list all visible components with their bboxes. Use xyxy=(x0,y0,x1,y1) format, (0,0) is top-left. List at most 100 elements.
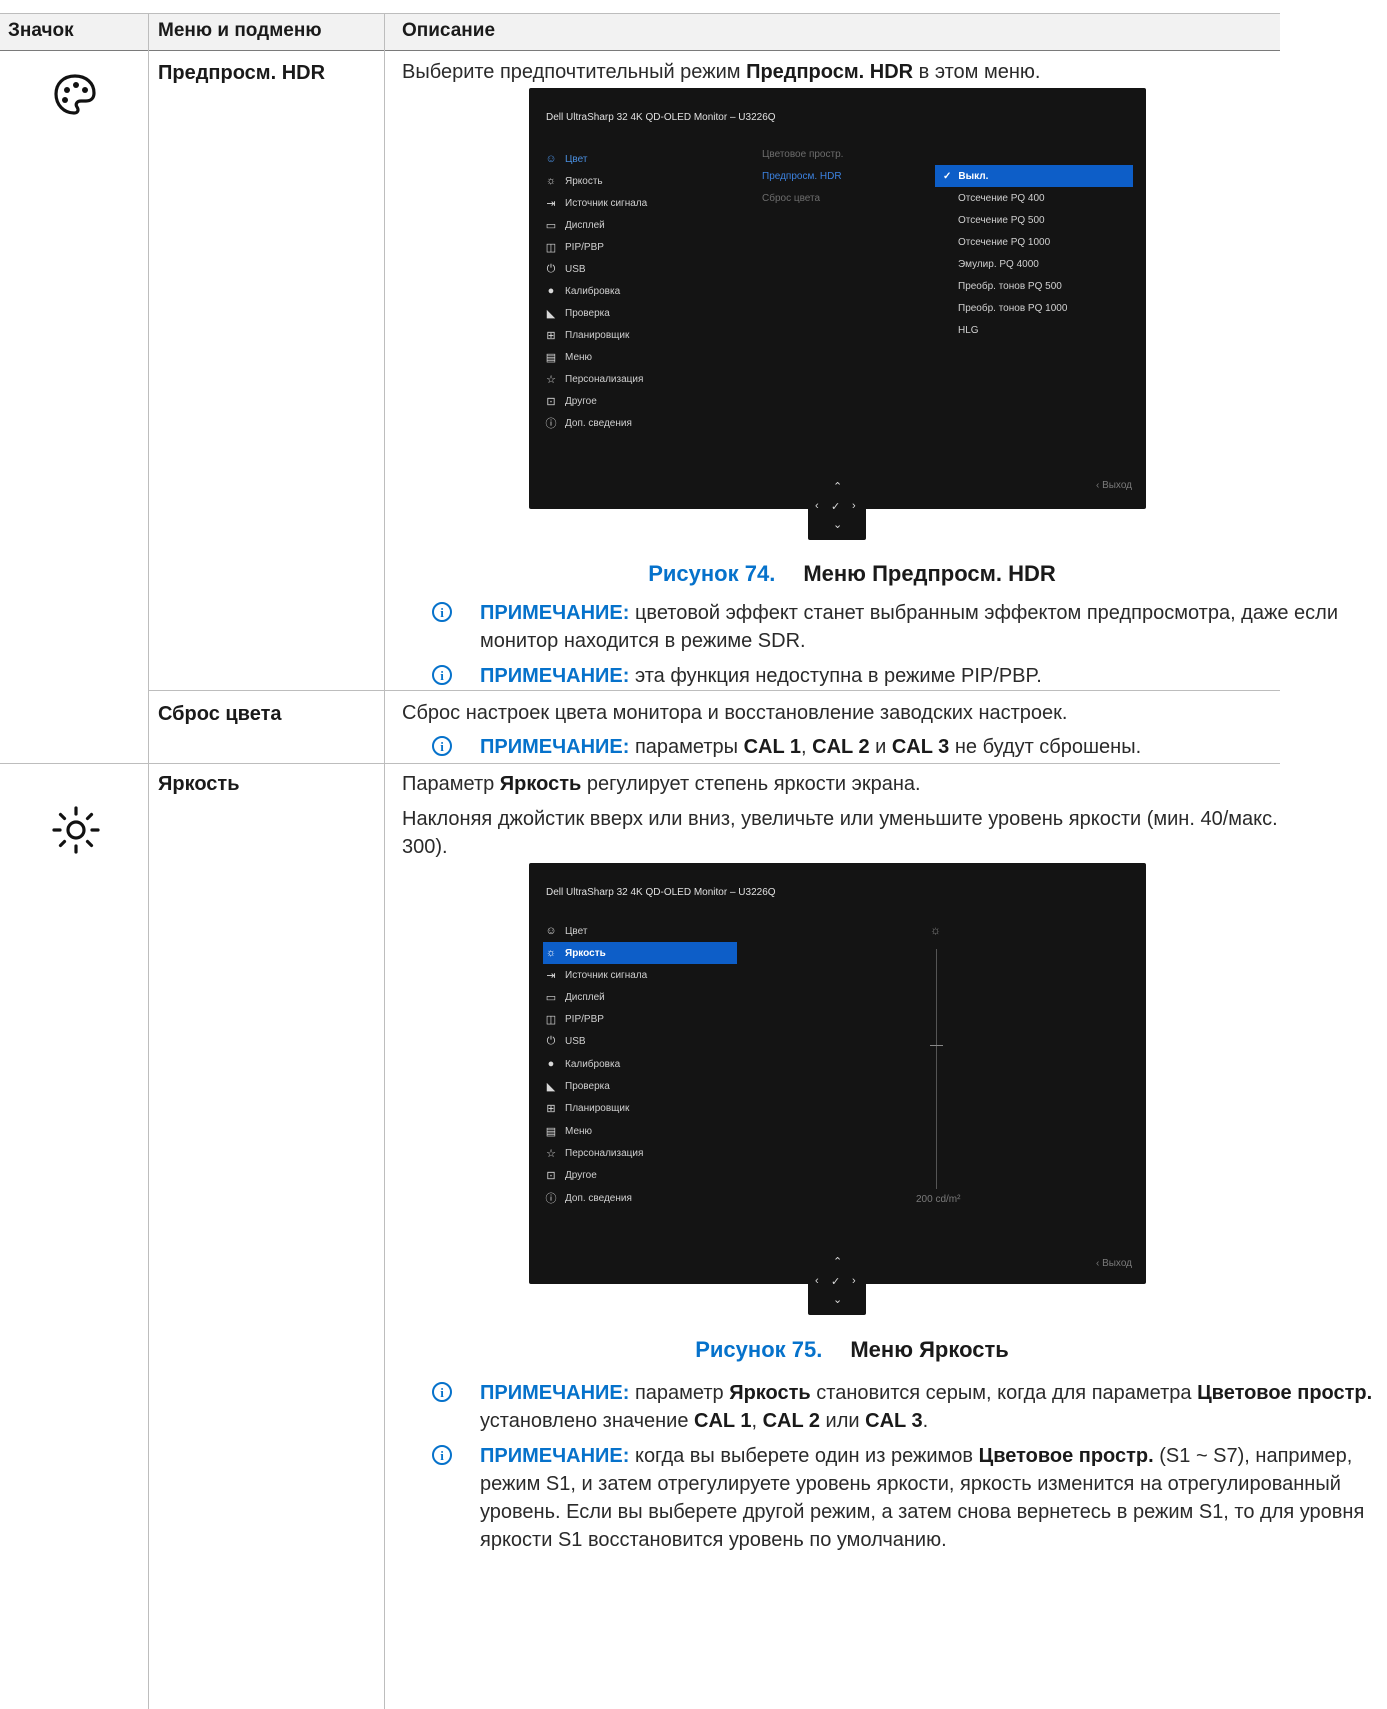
header-description: Описание xyxy=(402,20,496,41)
display-icon: ▭ xyxy=(545,991,557,1004)
brightness-icon: ☼ xyxy=(545,175,557,187)
pip-pbp-icon: ◫ xyxy=(545,241,557,254)
brightness-value: 200 cd/m² xyxy=(916,1194,961,1205)
check-icon: ✓ xyxy=(831,1276,841,1288)
col-divider-1 xyxy=(148,13,149,1709)
header-menu: Меню и подменю xyxy=(158,20,322,41)
scheduler-icon: ⊞ xyxy=(546,1102,556,1115)
note-brightness-1: i ПРИМЕЧАНИЕ: параметр Яркость становитс… xyxy=(432,1379,1380,1435)
osd-option-tone500: Преобр. тонов PQ 500 xyxy=(958,280,1062,292)
osd-menu-item-validation: ◣ Проверка xyxy=(543,1075,610,1097)
chevron-right-icon: › xyxy=(852,1275,856,1287)
info-icon: i xyxy=(432,665,452,685)
osd-menu-item-other: ⊡ Другое xyxy=(543,1164,596,1186)
osd-option-tone1000: Преобр. тонов PQ 1000 xyxy=(958,302,1068,314)
osd-title: Dell UltraSharp 32 4K QD-OLED Monitor – … xyxy=(546,887,776,898)
osd-menu-item-other: ⊡ Другое xyxy=(543,390,596,412)
calibration-icon: ● xyxy=(547,1058,555,1070)
menu-icon: ▤ xyxy=(545,1125,557,1138)
osd-menu-item-color: ☺ Цвет xyxy=(543,148,587,170)
chevron-up-icon: ⌃ xyxy=(833,1256,843,1268)
figure-75-caption: Рисунок 75. Меню Яркость xyxy=(695,1337,1009,1362)
star-icon: ☆ xyxy=(546,373,556,386)
header-icon: Значок xyxy=(8,20,74,41)
brightness-slider-icon: ☼ xyxy=(930,923,941,937)
note-hdr-2: i ПРИМЕЧАНИЕ: эта функция недоступна в р… xyxy=(432,662,1380,690)
osd-menu-item-calibration: ● Калибровка xyxy=(543,280,620,302)
chevron-left-icon: ‹ xyxy=(815,500,819,512)
osd-menu-item-personalize: ☆ Персонализация xyxy=(543,1142,643,1164)
osd-menu-item-usb: ⏻ USB xyxy=(543,1030,586,1052)
note-brightness-2: i ПРИМЕЧАНИЕ: когда вы выберете один из … xyxy=(432,1442,1372,1554)
display-icon: ▭ xyxy=(545,219,557,232)
palette-icon: ☺ xyxy=(545,153,557,165)
info-icon: ⓘ xyxy=(545,1193,557,1205)
osd-menu-item-scheduler: ⊞ Планировщик xyxy=(543,1097,629,1119)
joystick-guide: ⌃ ‹ ✓ › ⌄ xyxy=(808,1249,866,1315)
info-icon: i xyxy=(432,1445,452,1465)
input-source-icon: ⇥ xyxy=(546,197,556,210)
menu-icon: ▤ xyxy=(545,351,557,364)
scheduler-icon: ⊞ xyxy=(546,329,556,342)
check-icon: ✓ xyxy=(943,170,952,182)
validation-icon: ◣ xyxy=(546,307,556,320)
note-hdr-1: i ПРИМЕЧАНИЕ: цветовой эффект станет выб… xyxy=(432,599,1380,655)
osd-option-pq1000: Отсечение PQ 1000 xyxy=(958,236,1051,248)
validation-icon: ◣ xyxy=(546,1080,556,1093)
osd-menu-item-display: ▭ Дисплей xyxy=(543,986,605,1008)
osd-menu-item-brightness: ☼ Яркость xyxy=(543,170,603,192)
input-source-icon: ⇥ xyxy=(546,969,556,982)
osd-hdr-preview-screenshot: Dell UltraSharp 32 4K QD-OLED Monitor – … xyxy=(529,88,1146,509)
osd-option-off: ✓ Выкл. xyxy=(935,165,1133,187)
info-icon: i xyxy=(432,602,452,622)
osd-menu-item-calibration: ● Калибровка xyxy=(543,1053,620,1075)
sun-icon xyxy=(52,806,100,854)
chevron-left-icon: ‹ xyxy=(1095,1258,1100,1269)
other-icon: ⊡ xyxy=(546,395,556,408)
info-icon: i xyxy=(432,1382,452,1402)
header-bottom-border xyxy=(0,50,1280,51)
osd-menu-item-usb: ⏻ USB xyxy=(543,258,586,280)
osd-title: Dell UltraSharp 32 4K QD-OLED Monitor – … xyxy=(546,112,776,123)
brightness-icon: ☼ xyxy=(545,947,557,959)
osd-menu-item-menu: ▤ Меню xyxy=(543,1120,592,1142)
chevron-down-icon: ⌄ xyxy=(833,1294,843,1306)
color-reset-description: Сброс настроек цвета монитора и восстано… xyxy=(402,702,1068,724)
osd-option-pq500: Отсечение PQ 500 xyxy=(958,214,1045,226)
hdr-preview-description: Выберите предпочтительный режим Предпрос… xyxy=(402,61,1041,83)
info-icon: i xyxy=(432,736,452,756)
submenu-hdr-preview: Предпросм. HDR xyxy=(158,62,326,84)
row-divider-brightness xyxy=(0,763,1280,764)
col-divider-2 xyxy=(384,13,385,1709)
osd-menu-item-pip: ◫ PIP/PBP xyxy=(543,236,604,258)
usb-icon: ⏻ xyxy=(546,1034,556,1047)
check-icon: ✓ xyxy=(831,501,841,513)
osd-menu-item-display: ▭ Дисплей xyxy=(543,214,605,236)
chevron-left-icon: ‹ xyxy=(815,1275,819,1287)
brightness-slider-track xyxy=(936,949,937,1189)
osd-menu-item-input: ⇥ Источник сигнала xyxy=(543,192,647,214)
brightness-slider-handle[interactable] xyxy=(930,1045,943,1046)
osd-brightness-screenshot: Dell UltraSharp 32 4K QD-OLED Monitor – … xyxy=(529,863,1146,1284)
osd-menu-item-menu: ▤ Меню xyxy=(543,346,592,368)
osd-option-hlg: HLG xyxy=(958,324,979,336)
usb-icon: ⏻ xyxy=(546,262,556,275)
other-icon: ⊡ xyxy=(546,1169,556,1182)
osd-exit: ‹ Выход xyxy=(1095,480,1132,491)
osd-menu-item-personalize: ☆ Персонализация xyxy=(543,368,643,390)
osd-menu-item-input: ⇥ Источник сигнала xyxy=(543,964,647,986)
osd-option-pq4000: Эмулир. PQ 4000 xyxy=(958,258,1039,270)
osd-sub-color-space: Цветовое простр. xyxy=(762,148,844,160)
info-icon: ⓘ xyxy=(545,418,557,430)
osd-sub-hdr-preview: Предпросм. HDR xyxy=(762,170,842,182)
submenu-color-reset: Сброс цвета xyxy=(158,703,282,725)
chevron-right-icon: › xyxy=(852,500,856,512)
osd-option-pq400: Отсечение PQ 400 xyxy=(958,192,1045,204)
osd-menu-item-info: ⓘ Доп. сведения xyxy=(543,412,632,434)
osd-menu-item-color: ☺ Цвет xyxy=(543,920,587,942)
osd-sub-color-reset: Сброс цвета xyxy=(762,192,821,204)
row-divider-color-reset xyxy=(148,690,1280,691)
figure-74-caption: Рисунок 74. Меню Предпросм. HDR xyxy=(648,561,1056,586)
osd-menu-item-pip: ◫ PIP/PBP xyxy=(543,1008,604,1030)
osd-menu-item-brightness: ☼ Яркость xyxy=(543,942,737,964)
